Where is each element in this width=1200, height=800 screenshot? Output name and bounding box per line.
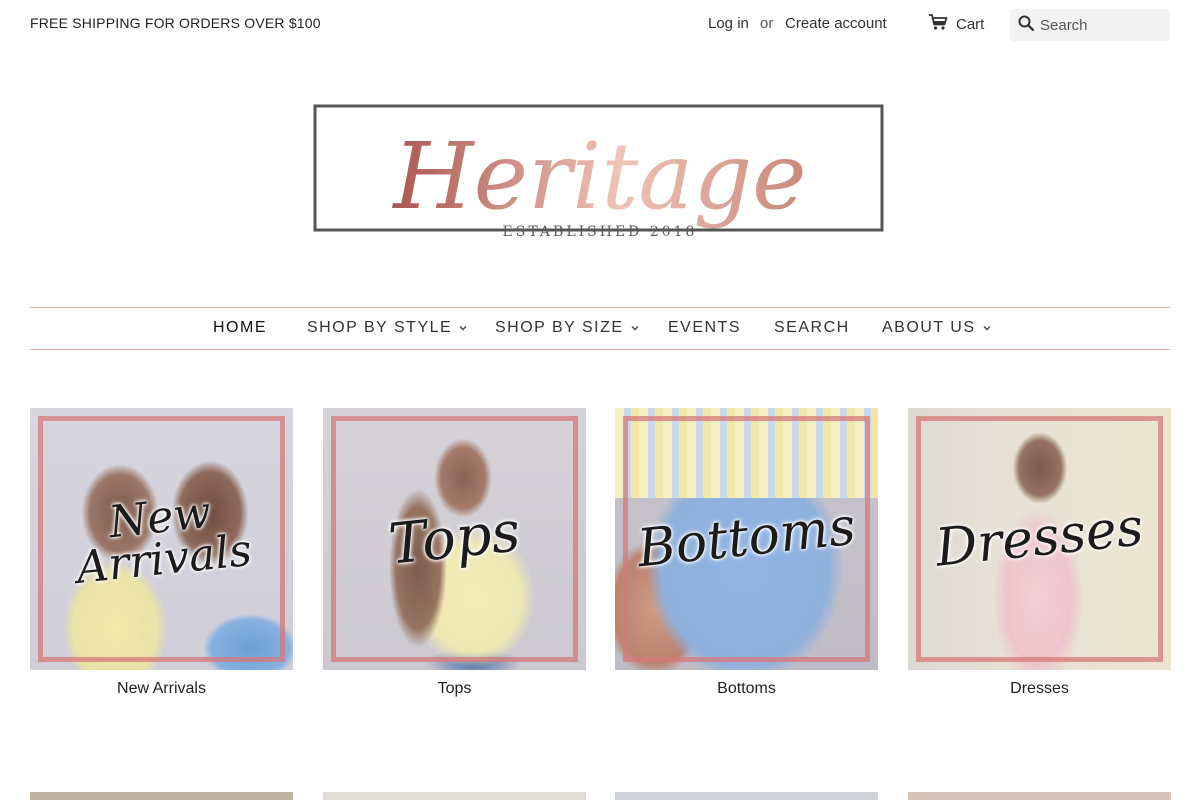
collection-label-tops[interactable]: Tops (323, 680, 586, 698)
search-form (1010, 9, 1170, 41)
search-icon[interactable] (1018, 15, 1035, 36)
chevron-down-icon (983, 326, 990, 331)
cart-link[interactable]: Cart (928, 13, 984, 35)
nav-events[interactable]: EVENTS (668, 319, 741, 337)
collection-tile-row2-3[interactable] (615, 792, 878, 800)
nav-about-us-label: ABOUT US (882, 319, 976, 336)
collection-tile-row2-1[interactable] (30, 792, 293, 800)
login-link[interactable]: Log in (708, 15, 749, 32)
free-shipping-banner: FREE SHIPPING FOR ORDERS OVER $100 (30, 15, 321, 31)
cart-label: Cart (956, 15, 985, 33)
or-text: or (760, 15, 774, 32)
chevron-down-icon (459, 326, 467, 331)
top-bar: FREE SHIPPING FOR ORDERS OVER $100 Log i… (0, 0, 1200, 48)
search-input[interactable] (1040, 16, 1158, 34)
tops-overlay-text: Tops (385, 499, 524, 579)
collection-tile-row2-2[interactable] (323, 792, 586, 800)
create-account-link[interactable]: Create account (785, 15, 887, 32)
nav-search[interactable]: SEARCH (774, 319, 850, 337)
collection-tile-dresses[interactable]: Dresses (908, 408, 1171, 670)
new-arrivals-overlay-text: New Arrivals (74, 487, 255, 594)
nav-home[interactable]: HOME (213, 319, 267, 337)
collection-label-dresses[interactable]: Dresses (908, 680, 1171, 698)
nav-home-label: HOME (213, 319, 267, 336)
collection-label-new-arrivals[interactable]: New Arrivals (30, 680, 293, 698)
nav-shop-by-size[interactable]: SHOP BY SIZE (495, 319, 640, 337)
collection-tile-row2-4[interactable] (908, 792, 1171, 800)
heritage-logo[interactable]: Heritage ESTABLISHED 2018 (312, 96, 888, 248)
nav-shop-by-style-label: SHOP BY STYLE (307, 319, 453, 336)
collection-tile-tops[interactable]: Tops (323, 408, 586, 670)
dresses-overlay-text: Dresses (932, 497, 1147, 580)
chevron-down-icon (631, 326, 639, 331)
svg-text:Heritage: Heritage (391, 123, 806, 230)
collection-label-bottoms[interactable]: Bottoms (615, 680, 878, 698)
nav-shop-by-style[interactable]: SHOP BY STYLE (307, 319, 468, 337)
bottoms-overlay-text: Bottoms (634, 497, 859, 580)
collection-tile-bottoms[interactable]: Bottoms (615, 408, 878, 670)
collection-tile-new-arrivals[interactable]: New Arrivals (30, 408, 293, 670)
svg-text:ESTABLISHED 2018: ESTABLISHED 2018 (503, 224, 698, 240)
nav-search-label: SEARCH (774, 319, 850, 336)
main-nav: HOME SHOP BY STYLE SHOP BY SIZE EVENTS S… (30, 307, 1170, 350)
nav-shop-by-size-label: SHOP BY SIZE (495, 319, 624, 336)
nav-events-label: EVENTS (668, 319, 742, 336)
nav-about-us[interactable]: ABOUT US (882, 319, 992, 337)
cart-icon (928, 13, 948, 35)
